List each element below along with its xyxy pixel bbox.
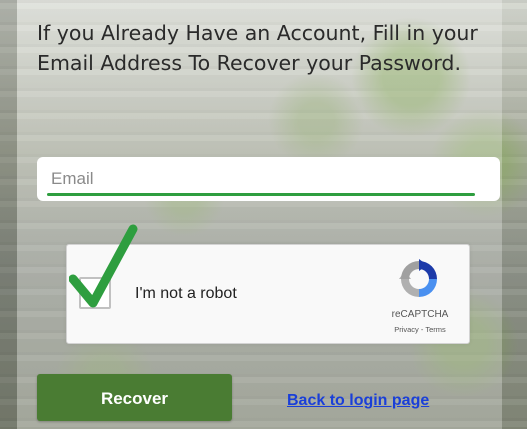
recover-button[interactable]: Recover [37, 374, 232, 421]
email-input[interactable] [51, 167, 471, 191]
recaptcha-brand: reCAPTCHA [391, 309, 449, 320]
recaptcha-widget: I'm not a robot reCAPTCHA Privacy - Term… [66, 224, 470, 344]
instruction-heading: If you Already Have an Account, Fill in … [37, 21, 478, 75]
recaptcha-privacy-terms[interactable]: Privacy - Terms [379, 325, 461, 334]
checkmark-icon [69, 224, 138, 308]
side-strip [0, 0, 17, 429]
back-to-login-link[interactable]: Back to login page [287, 392, 429, 410]
recaptcha-logo-icon [399, 259, 437, 297]
email-field-container [37, 157, 500, 201]
recaptcha-label: I'm not a robot [135, 285, 237, 302]
email-underline [47, 193, 475, 196]
